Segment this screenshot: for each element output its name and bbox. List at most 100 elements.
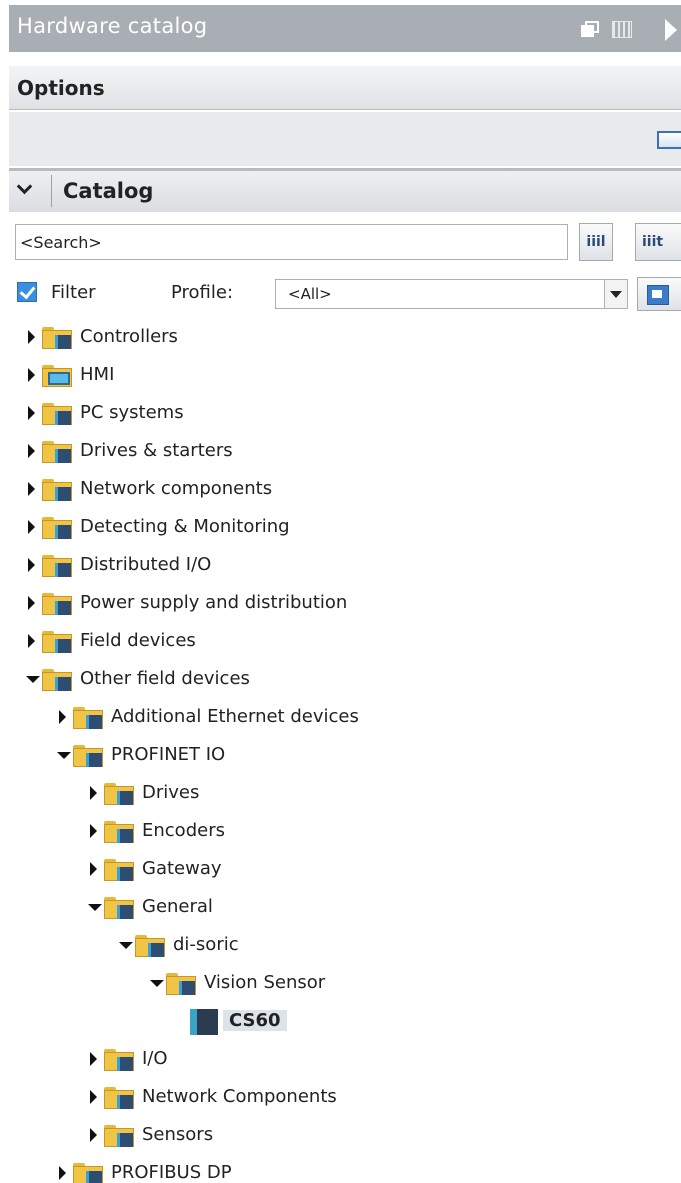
- catalog-section-header[interactable]: Catalog: [9, 168, 681, 212]
- chevron-down-icon[interactable]: [17, 181, 31, 195]
- tree-item-label: Network Components: [142, 1086, 337, 1107]
- tree-item[interactable]: Network Components: [9, 1078, 681, 1116]
- search-down-button[interactable]: iiil: [579, 223, 613, 261]
- tree-item[interactable]: Field devices: [9, 622, 681, 660]
- options-window-icon[interactable]: [657, 131, 681, 149]
- tree-item[interactable]: CS60: [9, 1002, 681, 1040]
- tree-item-label: Gateway: [142, 858, 222, 879]
- tree-item-label: di-soric: [173, 934, 239, 955]
- expanded-arrow-icon[interactable]: [57, 752, 71, 759]
- tree-item[interactable]: PROFINET IO: [9, 736, 681, 774]
- folder-icon: [73, 707, 105, 729]
- search-up-button[interactable]: iiit: [635, 223, 681, 261]
- tree-item-label: Sensors: [142, 1124, 214, 1145]
- collapsed-arrow-icon[interactable]: [90, 1090, 97, 1104]
- tree-item-label: Detecting & Monitoring: [80, 516, 290, 537]
- tree-item[interactable]: PC systems: [9, 394, 681, 432]
- header-divider: [51, 175, 52, 207]
- profile-settings-button[interactable]: [637, 277, 681, 311]
- folder-icon: [42, 669, 74, 691]
- tree-item[interactable]: Drives: [9, 774, 681, 812]
- collapsed-arrow-icon[interactable]: [28, 330, 35, 344]
- collapsed-arrow-icon[interactable]: [28, 406, 35, 420]
- tree-item[interactable]: Gateway: [9, 850, 681, 888]
- collapsed-arrow-icon[interactable]: [59, 1166, 66, 1180]
- collapsed-arrow-icon[interactable]: [28, 520, 35, 534]
- tree-item[interactable]: Network components: [9, 470, 681, 508]
- folder-icon: [73, 745, 105, 767]
- tree-item-label: PC systems: [80, 402, 184, 423]
- tree-item[interactable]: HMI: [9, 356, 681, 394]
- collapsed-arrow-icon[interactable]: [28, 482, 35, 496]
- folder-icon: [104, 821, 136, 843]
- profile-dropdown[interactable]: <All>: [275, 279, 628, 309]
- collapsed-arrow-icon[interactable]: [28, 634, 35, 648]
- tree-item[interactable]: PROFIBUS DP: [9, 1154, 681, 1183]
- tree-item[interactable]: Controllers: [9, 318, 681, 356]
- tree-item[interactable]: Sensors: [9, 1116, 681, 1154]
- collapsed-arrow-icon[interactable]: [90, 1128, 97, 1142]
- profile-value: <All>: [288, 285, 332, 303]
- folder-icon: [42, 479, 74, 501]
- tree-item[interactable]: Distributed I/O: [9, 546, 681, 584]
- expanded-arrow-icon[interactable]: [119, 942, 133, 949]
- collapsed-arrow-icon[interactable]: [90, 786, 97, 800]
- options-section-header[interactable]: Options: [9, 66, 681, 110]
- device-icon: [190, 1009, 218, 1035]
- chevron-down-icon[interactable]: [604, 280, 627, 308]
- folder-icon: [42, 555, 74, 577]
- tree-item-label: General: [142, 896, 213, 917]
- folder-icon: [104, 897, 136, 919]
- folder-icon: [104, 1125, 136, 1147]
- tree-item-label: Field devices: [80, 630, 196, 651]
- collapsed-arrow-icon[interactable]: [59, 710, 66, 724]
- tree-item-label: Encoders: [142, 820, 225, 841]
- catalog-tree: Controllers HMI PC systems Drives & starter…: [9, 318, 681, 1183]
- collapsed-arrow-icon[interactable]: [28, 558, 35, 572]
- folder-icon: [104, 1049, 136, 1071]
- grid-icon[interactable]: [612, 21, 632, 38]
- profile-settings-icon: [647, 285, 669, 305]
- folder-icon: [166, 973, 198, 995]
- expanded-arrow-icon[interactable]: [150, 980, 164, 987]
- tree-item[interactable]: Other field devices: [9, 660, 681, 698]
- expanded-arrow-icon[interactable]: [26, 676, 40, 683]
- folder-icon: [42, 517, 74, 539]
- tree-item[interactable]: Additional Ethernet devices: [9, 698, 681, 736]
- collapsed-arrow-icon[interactable]: [90, 824, 97, 838]
- collapsed-arrow-icon[interactable]: [28, 444, 35, 458]
- filter-label: Filter: [51, 282, 96, 303]
- folder-icon: [104, 859, 136, 881]
- tree-item[interactable]: Vision Sensor: [9, 964, 681, 1002]
- tree-item[interactable]: I/O: [9, 1040, 681, 1078]
- tree-item-label: CS60: [223, 1010, 287, 1031]
- folder-icon: [42, 403, 74, 425]
- folder-icon: [73, 1163, 105, 1183]
- tree-item[interactable]: Power supply and distribution: [9, 584, 681, 622]
- folder-icon: [42, 593, 74, 615]
- tree-item-label: HMI: [80, 364, 115, 385]
- search-input[interactable]: [15, 224, 568, 260]
- filter-checkbox[interactable]: [17, 282, 37, 302]
- tree-item[interactable]: Drives & starters: [9, 432, 681, 470]
- catalog-label: Catalog: [63, 179, 154, 203]
- hardware-catalog-panel: Hardware catalog Options Catalog iiil ii…: [9, 0, 681, 1183]
- tree-item[interactable]: General: [9, 888, 681, 926]
- collapsed-arrow-icon[interactable]: [90, 862, 97, 876]
- options-label: Options: [17, 76, 105, 100]
- tree-item-label: PROFIBUS DP: [111, 1162, 232, 1183]
- tree-item[interactable]: Detecting & Monitoring: [9, 508, 681, 546]
- tree-item-label: I/O: [142, 1048, 168, 1069]
- tree-item[interactable]: Encoders: [9, 812, 681, 850]
- expand-right-icon[interactable]: [665, 19, 677, 41]
- collapsed-arrow-icon[interactable]: [28, 596, 35, 610]
- tree-item-label: Additional Ethernet devices: [111, 706, 359, 727]
- tree-item-label: Controllers: [80, 326, 178, 347]
- expanded-arrow-icon[interactable]: [88, 904, 102, 911]
- tree-item[interactable]: di-soric: [9, 926, 681, 964]
- panel-title-bar: Hardware catalog: [9, 0, 681, 52]
- collapsed-arrow-icon[interactable]: [28, 368, 35, 382]
- tree-item-label: Vision Sensor: [204, 972, 326, 993]
- collapsed-arrow-icon[interactable]: [90, 1052, 97, 1066]
- restore-icon[interactable]: [581, 21, 599, 37]
